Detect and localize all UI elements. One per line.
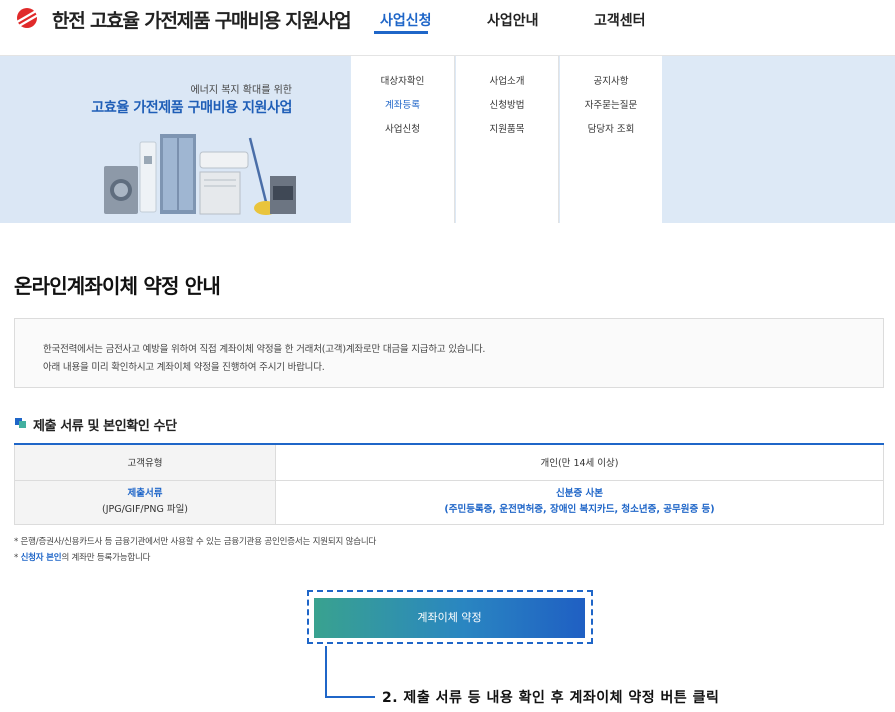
notice-box: 한국전력에서는 금전사고 예방을 위하여 직접 계좌이체 약정을 한 거래처(고…: [14, 318, 884, 388]
menu-item-account-register[interactable]: 계좌등록: [351, 94, 454, 118]
kepco-logo-icon[interactable]: [14, 7, 44, 29]
doc-value-sub: (주민등록증, 운전면허증, 장애인 복지카드, 청소년증, 공무원증 등): [444, 504, 715, 515]
table-row: 제출서류 (JPG/GIF/PNG 파일) 신분증 사본 (주민등록증, 운전면…: [14, 479, 884, 525]
table-row: 고객유형 개인(만 14세 이상): [14, 443, 884, 481]
table-header-cell: 제출서류 (JPG/GIF/PNG 파일): [14, 479, 276, 525]
nav-active-underline: [374, 31, 428, 34]
table-header-cell: 고객유형: [14, 443, 276, 481]
footnote-certificate: * 은행/증권사/신용카드사 등 금융기관에서만 사용할 수 있는 금융기관용 …: [14, 537, 377, 547]
doc-value: 신분증 사본: [555, 488, 603, 499]
table-cell: 개인(만 14세 이상): [275, 443, 884, 481]
hero-banner: 에너지 복지 확대를 위한 고효율 가전제품 구매비용 지원사업: [0, 56, 350, 223]
nav-apply[interactable]: 사업신청: [380, 10, 432, 30]
menu-item-notice[interactable]: 공지사항: [560, 70, 662, 94]
menu-item-staff-lookup[interactable]: 담당자 조회: [560, 118, 662, 142]
hero-title: 고효율 가전제품 구매비용 지원사업: [91, 100, 292, 116]
callout-instruction: 2. 제출 서류 등 내용 확인 후 계좌이체 약정 버튼 클릭: [382, 690, 720, 706]
documents-table: 고객유형 개인(만 14세 이상) 제출서류 (JPG/GIF/PNG 파일) …: [14, 443, 884, 525]
appliances-illustration: [104, 134, 296, 215]
account-transfer-agreement-button[interactable]: 계좌이체 약정: [314, 598, 585, 638]
notice-line: 아래 내용을 미리 확인하시고 계좌이체 약정을 진행하여 주시기 바랍니다.: [43, 362, 325, 373]
footnote-suffix: 의 계좌만 등록가능합니다: [61, 553, 151, 563]
menu-item-business-apply[interactable]: 사업신청: [351, 118, 454, 142]
page-title: 온라인계좌이체 약정 안내: [14, 274, 221, 298]
doc-label: 제출서류: [127, 488, 163, 499]
menu-column-info: 사업소개 신청방법 지원품목: [456, 56, 559, 223]
section-bullet-icon: [15, 418, 26, 428]
menu-column-apply: 대상자확인 계좌등록 사업신청: [351, 56, 455, 223]
footnote-highlight: 신청자 본인: [20, 553, 62, 563]
menu-item-eligibility-check[interactable]: 대상자확인: [351, 70, 454, 94]
menu-item-how-to-apply[interactable]: 신청방법: [456, 94, 558, 118]
site-header: 한전 고효율 가전제품 구매비용 지원사업 사업신청 사업안내 고객센터: [0, 0, 895, 56]
notice-line: 한국전력에서는 금전사고 예방을 위하여 직접 계좌이체 약정을 한 거래처(고…: [43, 344, 486, 355]
callout-line-horizontal: [325, 696, 375, 698]
menu-item-faq[interactable]: 자주묻는질문: [560, 94, 662, 118]
section-title: 제출 서류 및 본인확인 수단: [33, 419, 177, 434]
menu-item-business-intro[interactable]: 사업소개: [456, 70, 558, 94]
site-title[interactable]: 한전 고효율 가전제품 구매비용 지원사업: [52, 6, 352, 33]
callout-line-vertical: [325, 646, 327, 698]
footnote-account-owner: * 신청자 본인의 계좌만 등록가능합니다: [14, 551, 150, 563]
menu-item-support-items[interactable]: 지원품목: [456, 118, 558, 142]
nav-support[interactable]: 고객센터: [594, 10, 646, 30]
table-cell: 신분증 사본 (주민등록증, 운전면허증, 장애인 복지카드, 청소년증, 공무…: [275, 479, 884, 525]
mega-menu: 에너지 복지 확대를 위한 고효율 가전제품 구매비용 지원사업 대상자확인 계…: [0, 56, 895, 223]
hero-subtitle: 에너지 복지 확대를 위한: [190, 85, 292, 96]
doc-label-sub: (JPG/GIF/PNG 파일): [101, 504, 189, 515]
menu-column-support: 공지사항 자주묻는질문 담당자 조회: [560, 56, 662, 223]
nav-info[interactable]: 사업안내: [487, 10, 539, 30]
